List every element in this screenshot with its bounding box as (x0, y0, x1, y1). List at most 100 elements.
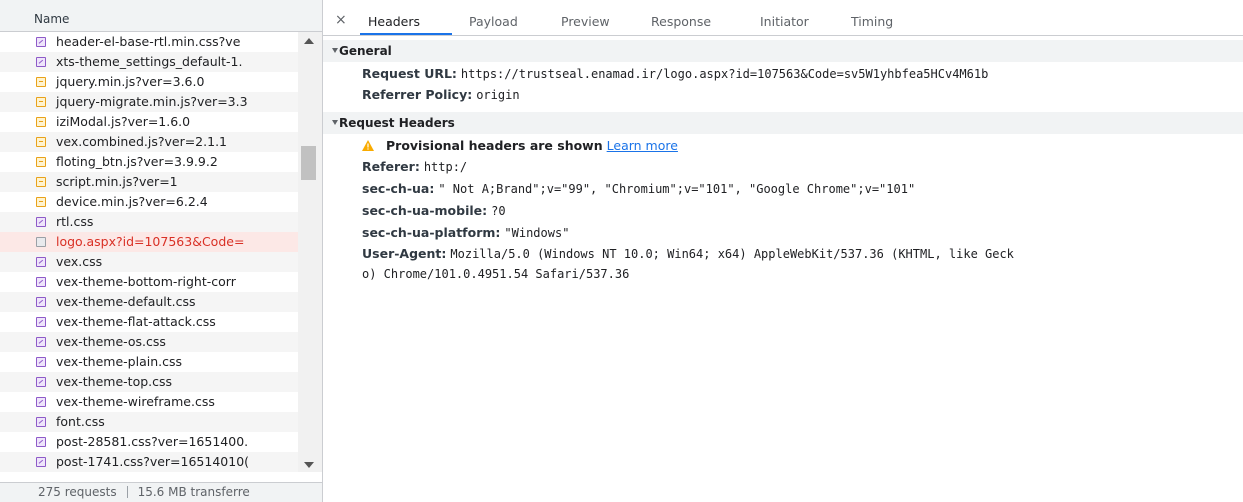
request-row[interactable]: jquery.min.js?ver=3.6.0 (0, 72, 298, 92)
request-headers-section-header[interactable]: Request Headers (323, 112, 1243, 134)
request-name: post-1741.css?ver=16514010( (56, 454, 250, 469)
request-row[interactable]: logo.aspx?id=107563&Code= (0, 232, 298, 252)
request-name: vex-theme-top.css (56, 374, 173, 389)
request-list-scrollbar[interactable] (298, 32, 322, 472)
request-name: iziModal.js?ver=1.6.0 (56, 114, 191, 129)
css-file-icon (36, 437, 46, 447)
css-file-icon (36, 57, 46, 67)
css-file-icon (36, 357, 46, 367)
request-name: vex-theme-plain.css (56, 354, 183, 369)
request-row[interactable]: vex-theme-wireframe.css (0, 392, 298, 412)
provisional-headers-warning: Provisional headers are shown Learn more (362, 138, 678, 153)
name-column-header[interactable]: Name (0, 8, 322, 32)
expand-triangle-icon (332, 120, 338, 125)
tab-headers[interactable]: Headers (368, 14, 420, 29)
request-name: font.css (56, 414, 105, 429)
request-name: vex-theme-bottom-right-corr (56, 274, 236, 289)
close-icon[interactable]: × (335, 12, 347, 28)
tab-response[interactable]: Response (651, 14, 711, 29)
request-headers-section-title: Request Headers (339, 116, 455, 130)
js-file-icon (36, 97, 46, 107)
tab-preview[interactable]: Preview (561, 14, 610, 29)
request-row[interactable]: vex-theme-os.css (0, 332, 298, 352)
user-agent-label: User-Agent: (362, 246, 447, 261)
request-name: jquery.min.js?ver=3.6.0 (56, 74, 205, 89)
referrer-policy-label: Referrer Policy: (362, 87, 473, 102)
request-row[interactable]: iziModal.js?ver=1.6.0 (0, 112, 298, 132)
provisional-headers-text: Provisional headers are shown (386, 138, 603, 153)
request-name: vex.css (56, 254, 103, 269)
sec-ch-ua-row: sec-ch-ua: " Not A;Brand";v="99", "Chrom… (362, 181, 915, 196)
scroll-down-arrow-icon[interactable] (304, 462, 314, 468)
request-list: header-el-base-rtl.min.css?ve xts-theme_s… (0, 32, 298, 472)
request-name: device.min.js?ver=6.2.4 (56, 194, 208, 209)
css-file-icon (36, 217, 46, 227)
list-top-strip (0, 0, 322, 8)
request-row[interactable]: vex-theme-default.css (0, 292, 298, 312)
js-file-icon (36, 117, 46, 127)
warning-triangle-icon (362, 140, 374, 151)
user-agent-value-line2: o) Chrome/101.0.4951.54 Safari/537.36 (362, 267, 630, 281)
user-agent-row: User-Agent: Mozilla/5.0 (Windows NT 10.0… (362, 246, 1014, 261)
general-section-header[interactable]: General (323, 40, 1243, 62)
request-name: floting_btn.js?ver=3.9.9.2 (56, 154, 218, 169)
sec-ch-ua-platform-row: sec-ch-ua-platform: "Windows" (362, 225, 569, 240)
request-details-panel: × Headers Payload Preview Response Initi… (323, 0, 1243, 502)
request-row[interactable]: header-el-base-rtl.min.css?ve (0, 32, 298, 52)
js-file-icon (36, 157, 46, 167)
sec-ch-ua-platform-value: "Windows" (504, 226, 570, 240)
request-name: post-28581.css?ver=1651400. (56, 434, 249, 449)
tab-timing[interactable]: Timing (851, 14, 893, 29)
sec-ch-ua-mobile-label: sec-ch-ua-mobile: (362, 203, 488, 218)
referrer-policy-row: Referrer Policy: origin (362, 87, 520, 102)
sec-ch-ua-platform-label: sec-ch-ua-platform: (362, 225, 501, 240)
request-row[interactable]: vex-theme-flat-attack.css (0, 312, 298, 332)
css-file-icon (36, 397, 46, 407)
request-row[interactable]: post-1741.css?ver=16514010( (0, 452, 298, 472)
css-file-icon (36, 37, 46, 47)
request-name: vex-theme-default.css (56, 294, 196, 309)
expand-triangle-icon (332, 48, 338, 53)
request-name: header-el-base-rtl.min.css?ve (56, 34, 241, 49)
request-row[interactable]: vex.css (0, 252, 298, 272)
request-count: 275 requests (38, 485, 117, 499)
js-file-icon (36, 77, 46, 87)
request-row[interactable]: post-28581.css?ver=1651400. (0, 432, 298, 452)
request-name: logo.aspx?id=107563&Code= (56, 234, 245, 249)
learn-more-link[interactable]: Learn more (607, 138, 678, 153)
tab-payload[interactable]: Payload (469, 14, 518, 29)
request-name: script.min.js?ver=1 (56, 174, 178, 189)
request-url-value: https://trustseal.enamad.ir/logo.aspx?id… (460, 67, 989, 81)
request-row[interactable]: device.min.js?ver=6.2.4 (0, 192, 298, 212)
transferred-size: 15.6 MB transferre (137, 485, 250, 499)
request-name: vex-theme-os.css (56, 334, 166, 349)
request-row[interactable]: floting_btn.js?ver=3.9.9.2 (0, 152, 298, 172)
request-name: rtl.css (56, 214, 94, 229)
request-row[interactable]: rtl.css (0, 212, 298, 232)
css-file-icon (36, 277, 46, 287)
request-row[interactable]: vex-theme-top.css (0, 372, 298, 392)
status-divider (126, 486, 128, 498)
request-row[interactable]: xts-theme_settings_default-1. (0, 52, 298, 72)
request-url-label: Request URL: (362, 66, 457, 81)
js-file-icon (36, 177, 46, 187)
general-section-title: General (339, 44, 392, 58)
tab-initiator[interactable]: Initiator (760, 14, 809, 29)
request-row[interactable]: script.min.js?ver=1 (0, 172, 298, 192)
css-file-icon (36, 377, 46, 387)
scrollbar-thumb[interactable] (301, 146, 316, 180)
request-row[interactable]: font.css (0, 412, 298, 432)
request-name: vex-theme-flat-attack.css (56, 314, 216, 329)
user-agent-continuation-row: o) Chrome/101.0.4951.54 Safari/537.36 (362, 266, 629, 281)
request-row[interactable]: vex-theme-plain.css (0, 352, 298, 372)
request-row[interactable]: jquery-migrate.min.js?ver=3.3 (0, 92, 298, 112)
css-file-icon (36, 257, 46, 267)
request-list-panel: Name header-el-base-rtl.min.css?ve xts-th… (0, 0, 323, 502)
active-tab-indicator (360, 33, 452, 35)
request-row[interactable]: vex-theme-bottom-right-corr (0, 272, 298, 292)
referrer-policy-value: origin (476, 88, 520, 102)
scroll-up-arrow-icon[interactable] (304, 38, 314, 44)
request-row[interactable]: vex.combined.js?ver=2.1.1 (0, 132, 298, 152)
js-file-icon (36, 197, 46, 207)
css-file-icon (36, 457, 46, 467)
